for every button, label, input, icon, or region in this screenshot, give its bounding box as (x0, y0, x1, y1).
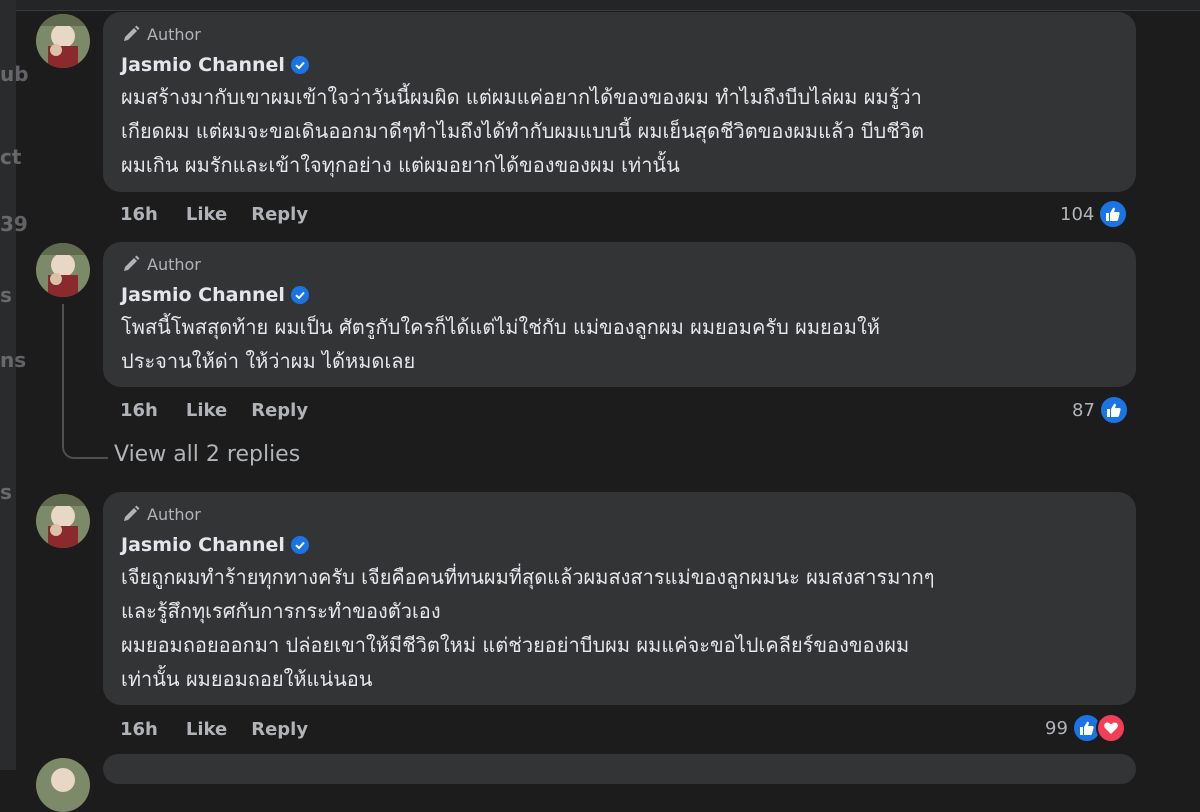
author-badge: Author (121, 22, 1118, 46)
pencil-icon (124, 25, 140, 41)
reaction-summary[interactable]: 104 (1060, 198, 1129, 230)
comment-actions: 16h Like Reply (120, 715, 332, 743)
pencil-icon (124, 505, 140, 521)
comment-timestamp[interactable]: 16h (120, 719, 158, 740)
reply-button[interactable]: Reply (251, 400, 308, 421)
avatar[interactable] (36, 758, 90, 812)
sidebar-fragment: 39 (0, 212, 28, 236)
comment-text: โพสนี้โพสสุดท้าย ผมเป็น ศัตรูกับใครก็ได้… (121, 315, 880, 373)
like-button[interactable]: Like (186, 204, 227, 225)
sidebar-fragment: s (0, 283, 12, 307)
author-badge-label: Author (147, 254, 201, 274)
reaction-count: 99 (1045, 717, 1068, 739)
sidebar-fragment: ct (0, 145, 22, 169)
comment-bubble: Author Jasmio Channel เจียถูกผมทำร้ายทุก… (103, 492, 1136, 705)
comment-bubble (103, 754, 1136, 784)
author-name[interactable]: Jasmio Channel (121, 534, 285, 556)
sidebar-fragment: ub (0, 62, 29, 86)
reaction-summary[interactable]: 99 (1045, 712, 1126, 744)
comment-text: เจียถูกผมทำร้ายทุกทางครับ เจียคือคนที่ทน… (121, 565, 935, 691)
verified-badge-icon (290, 286, 309, 304)
reaction-count: 104 (1060, 203, 1095, 225)
comment-actions: 16h Like Reply (120, 396, 332, 424)
comment-timestamp[interactable]: 16h (120, 400, 158, 421)
comment-timestamp[interactable]: 16h (120, 204, 158, 225)
verified-badge-icon (290, 536, 309, 554)
avatar[interactable] (36, 14, 90, 68)
author-badge-label: Author (147, 24, 201, 44)
author-badge: Author (121, 252, 1118, 276)
reply-button[interactable]: Reply (251, 719, 308, 740)
author-badge: Author (121, 502, 1118, 526)
comment-text: ผมสร้างมากับเขาผมเข้าใจว่าวันนี้ผมผิด แต… (121, 85, 925, 177)
love-reaction-icon (1095, 713, 1126, 743)
reply-thread-line (62, 304, 108, 459)
comment-bubble: Author Jasmio Channel โพสนี้โพสสุดท้าย ผ… (103, 242, 1136, 387)
like-button[interactable]: Like (186, 400, 227, 421)
reaction-count: 87 (1072, 399, 1095, 421)
author-badge-label: Author (147, 504, 201, 524)
like-button[interactable]: Like (186, 719, 227, 740)
top-divider (16, 0, 1200, 11)
reaction-summary[interactable]: 87 (1072, 394, 1129, 426)
avatar[interactable] (36, 243, 90, 297)
comment-actions: 16h Like Reply (120, 200, 332, 228)
comment-bubble: Author Jasmio Channel ผมสร้างมากับเขาผมเ… (103, 12, 1136, 192)
like-reaction-icon (1098, 395, 1129, 425)
sidebar-fragment: s (0, 480, 12, 504)
author-name[interactable]: Jasmio Channel (121, 284, 285, 306)
reply-button[interactable]: Reply (251, 204, 308, 225)
avatar[interactable] (36, 494, 90, 548)
verified-badge-icon (290, 56, 309, 74)
view-replies-link[interactable]: View all 2 replies (114, 442, 300, 467)
sidebar-fragment: ns (0, 348, 27, 372)
pencil-icon (124, 255, 140, 271)
author-name[interactable]: Jasmio Channel (121, 54, 285, 76)
left-sidebar-edge: ub ct 39 s ns s (0, 0, 29, 770)
like-reaction-icon (1098, 199, 1129, 229)
